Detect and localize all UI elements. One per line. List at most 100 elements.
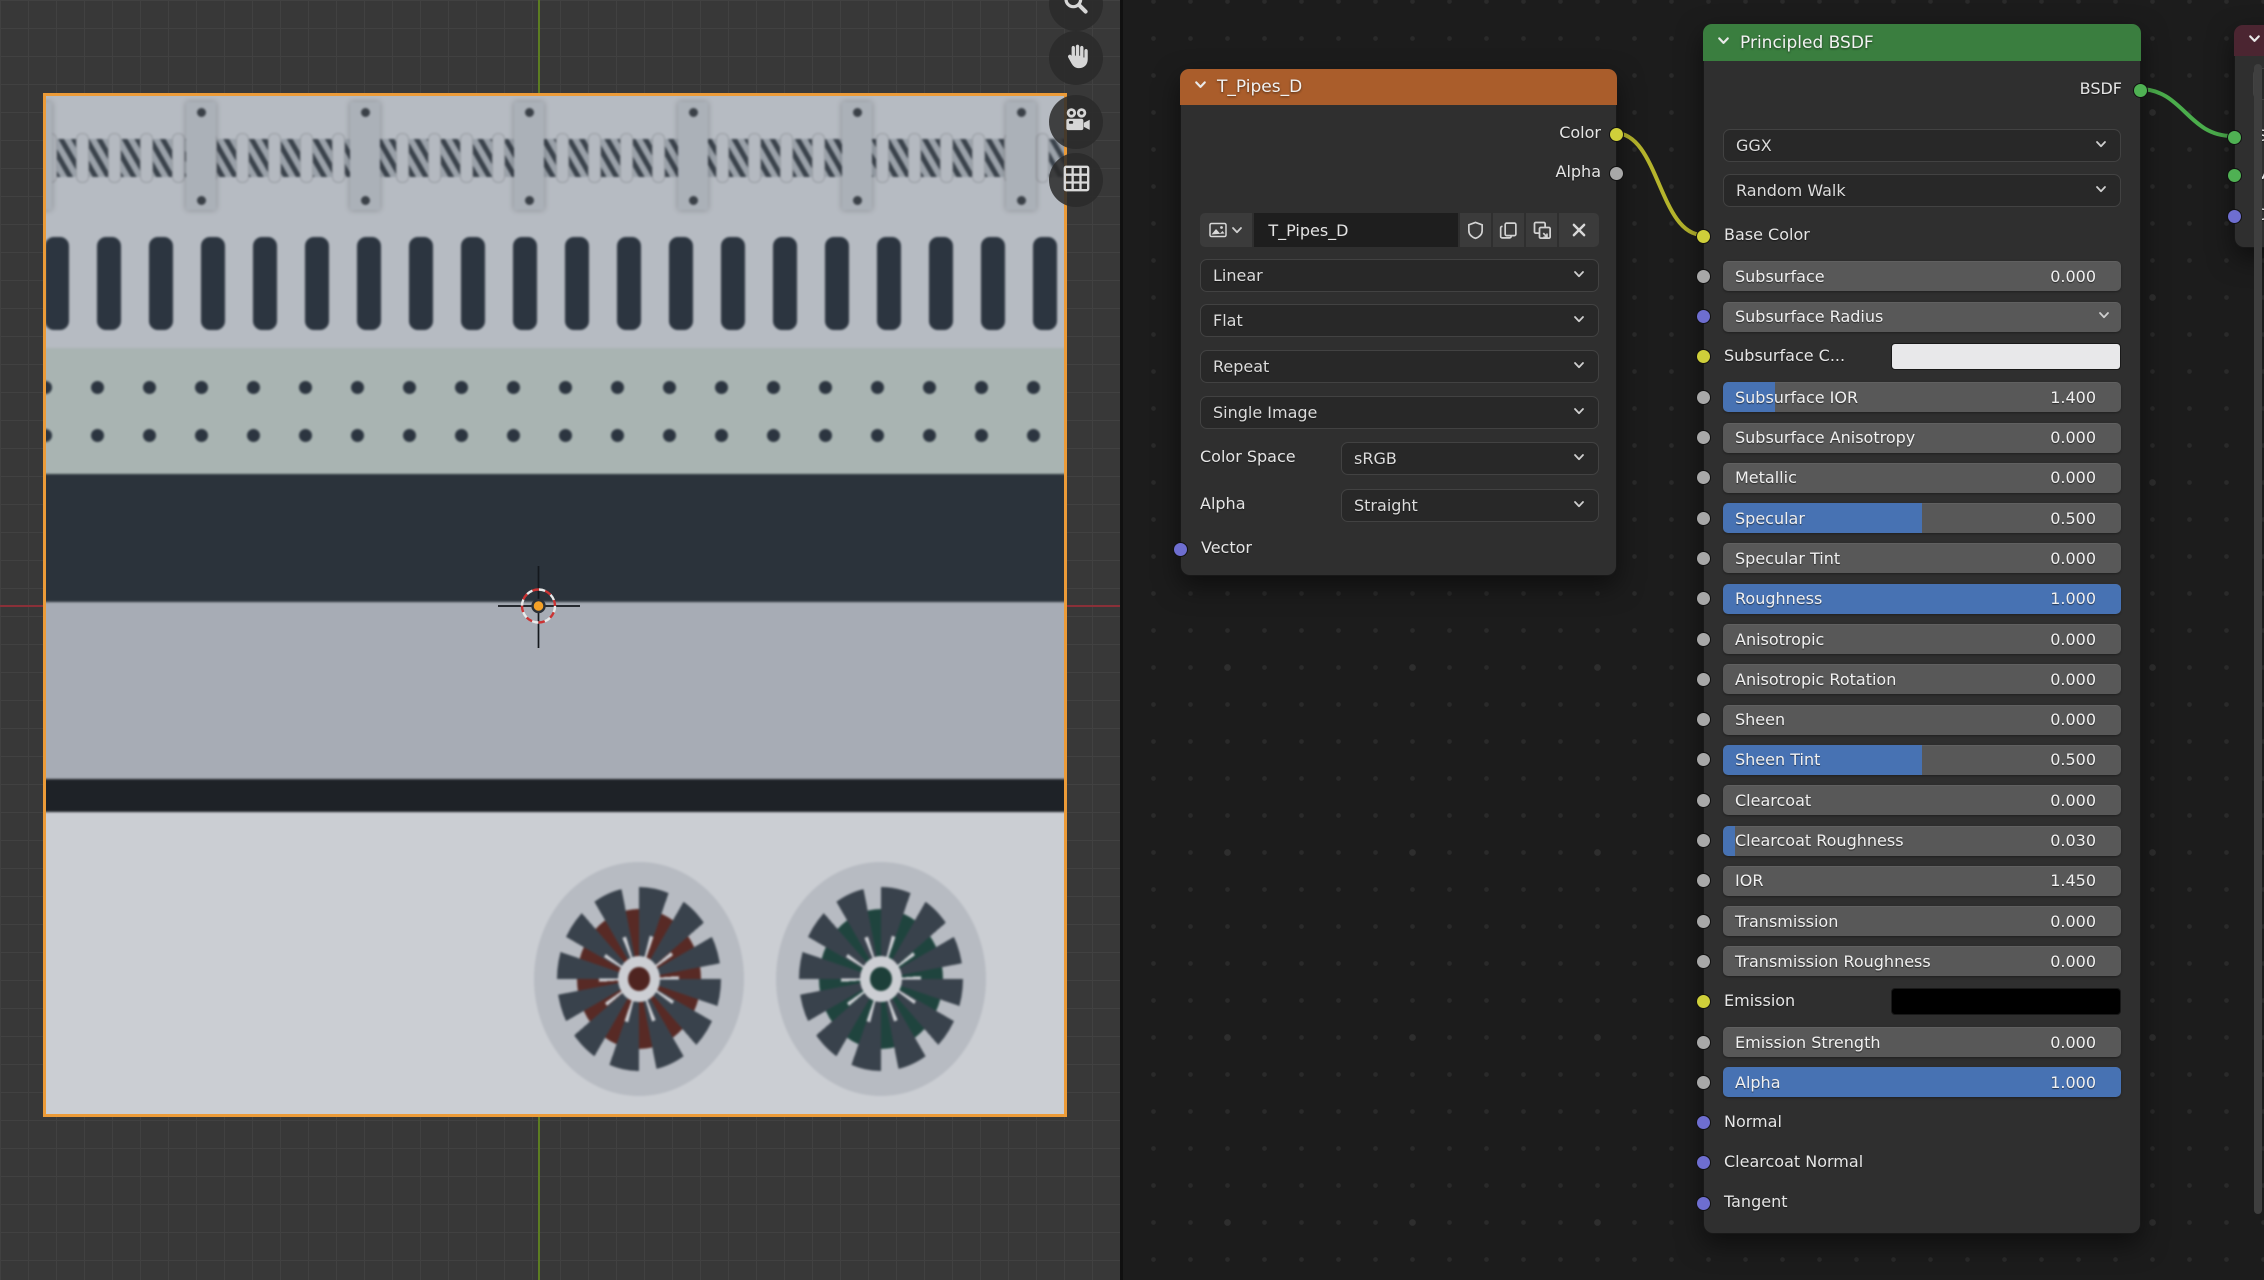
socket-roughness[interactable] xyxy=(1696,591,1711,606)
input-specular-tint-slider[interactable]: Specular Tint0.000 xyxy=(1723,543,2121,573)
input-alpha-slider[interactable]: Alpha1.000 xyxy=(1723,1067,2121,1097)
gizmo-pan-button[interactable] xyxy=(1049,31,1103,85)
input-sheen-slider[interactable]: Sheen0.000 xyxy=(1723,705,2121,735)
socket-specular[interactable] xyxy=(1696,511,1711,526)
socket-alpha[interactable] xyxy=(1696,1075,1711,1090)
input-roughness-slider[interactable]: Roughness1.000 xyxy=(1723,584,2121,614)
socket-v[interactable] xyxy=(2227,168,2242,183)
chevron-down-icon[interactable] xyxy=(1716,33,1731,53)
socket-subsurface[interactable] xyxy=(1696,269,1711,284)
node-editor-scrollbar[interactable] xyxy=(2254,64,2262,1214)
image-texture-node-header[interactable]: T_Pipes_D xyxy=(1180,69,1617,105)
rivet-dot xyxy=(767,381,780,394)
shader-node-editor-pane[interactable]: T_Pipes_D ColorAlphaT_Pipes_DLinearFlatR… xyxy=(1123,0,2264,1280)
color-swatch-emission[interactable] xyxy=(1891,988,2121,1015)
rivet-dot xyxy=(819,429,832,442)
image-browse-button[interactable] xyxy=(1200,213,1252,247)
input-subsurface-slider[interactable]: Subsurface0.000 xyxy=(1723,261,2121,291)
input-anisotropic-slider[interactable]: Anisotropic0.000 xyxy=(1723,624,2121,654)
principled-bsdf-node-header[interactable]: Principled BSDF xyxy=(1703,24,2141,61)
menu-ggx[interactable]: GGX xyxy=(1723,129,2121,162)
socket-subsurface-anisotropy[interactable] xyxy=(1696,430,1711,445)
socket-tangent[interactable] xyxy=(1696,1196,1711,1211)
socket-metallic[interactable] xyxy=(1696,470,1711,485)
input-emission-strength-slider[interactable]: Emission Strength0.000 xyxy=(1723,1027,2121,1057)
socket-subsurface-ior[interactable] xyxy=(1696,390,1711,405)
socket-clearcoat[interactable] xyxy=(1696,793,1711,808)
menu-alpha[interactable]: Straight xyxy=(1341,489,1599,522)
image-editor-pane[interactable] xyxy=(0,0,1120,1280)
socket-anisotropic-rotation[interactable] xyxy=(1696,672,1711,687)
menu-flat[interactable]: Flat xyxy=(1200,304,1599,337)
socket-color[interactable] xyxy=(1609,127,1624,142)
socket-emission[interactable] xyxy=(1696,994,1711,1009)
input-subsurface-anisotropy-slider[interactable]: Subsurface Anisotropy0.000 xyxy=(1723,423,2121,453)
menu-color-space[interactable]: sRGB xyxy=(1341,442,1599,475)
gizmo-zoom-button[interactable] xyxy=(1049,0,1103,31)
menu-repeat[interactable]: Repeat xyxy=(1200,350,1599,383)
image-fake-user-button[interactable] xyxy=(1460,213,1491,247)
socket-sheen-tint[interactable] xyxy=(1696,752,1711,767)
fan-turbine xyxy=(534,862,744,1096)
input-clearcoat-slider[interactable]: Clearcoat0.000 xyxy=(1723,785,2121,815)
input-subsurface-radius-dropdown[interactable]: Subsurface Radius xyxy=(1723,302,2121,332)
gizmo-grid-button[interactable] xyxy=(1049,153,1103,207)
menu-single-image[interactable]: Single Image xyxy=(1200,396,1599,429)
slider-label: Specular xyxy=(1735,509,1805,528)
rivet-dot xyxy=(663,429,676,442)
socket-anisotropic[interactable] xyxy=(1696,632,1711,647)
input-specular-slider[interactable]: Specular0.500 xyxy=(1723,503,2121,533)
chevron-down-icon[interactable] xyxy=(2247,31,2262,51)
rivet-dot xyxy=(455,429,468,442)
material-output-node-header[interactable] xyxy=(2234,25,2264,56)
socket-s[interactable] xyxy=(2227,130,2242,145)
socket-subsurface-c[interactable] xyxy=(1696,349,1711,364)
socket-subsurface-radius[interactable] xyxy=(1696,309,1711,324)
gizmo-camera-button[interactable] xyxy=(1049,95,1103,149)
color-swatch-subsurface-c[interactable] xyxy=(1891,343,2121,370)
socket-bsdf[interactable] xyxy=(2133,83,2148,98)
input-clearcoat-roughness-slider[interactable]: Clearcoat Roughness0.030 xyxy=(1723,826,2121,856)
axis-x-line-right xyxy=(1065,605,1120,607)
socket-alpha[interactable] xyxy=(1609,166,1624,181)
image-pack-button[interactable] xyxy=(1526,213,1557,247)
menu-linear[interactable]: Linear xyxy=(1200,259,1599,292)
rivet-dot xyxy=(923,429,936,442)
menu-random-walk[interactable]: Random Walk xyxy=(1723,174,2121,207)
input-ior-slider[interactable]: IOR1.450 xyxy=(1723,866,2121,896)
input-transmission-roughness-slider[interactable]: Transmission Roughness0.000 xyxy=(1723,946,2121,976)
socket-base-color[interactable] xyxy=(1696,229,1711,244)
socket-transmission-roughness[interactable] xyxy=(1696,954,1711,969)
socket-d[interactable] xyxy=(2227,209,2242,224)
socket-clearcoat-roughness[interactable] xyxy=(1696,833,1711,848)
image-copy-button[interactable] xyxy=(1493,213,1524,247)
image-unlink-button[interactable] xyxy=(1559,213,1599,247)
hose-fitting xyxy=(556,133,569,183)
axis-x-line-left xyxy=(0,605,45,607)
hose-fitting xyxy=(268,133,281,183)
chevron-down-icon xyxy=(1572,496,1586,515)
slider-label: Alpha xyxy=(1735,1073,1781,1092)
socket-transmission[interactable] xyxy=(1696,914,1711,929)
node-principled-bsdf[interactable]: Principled BSDF BSDFGGXRandom WalkBase C… xyxy=(1703,24,2141,1234)
node-image-texture[interactable]: T_Pipes_D ColorAlphaT_Pipes_DLinearFlatR… xyxy=(1180,69,1617,576)
menu-value: Repeat xyxy=(1213,357,1269,376)
hose-fitting xyxy=(300,133,313,183)
socket-vector[interactable] xyxy=(1173,542,1188,557)
input-sheen-tint-slider[interactable]: Sheen Tint0.500 xyxy=(1723,745,2121,775)
socket-clearcoat-normal[interactable] xyxy=(1696,1155,1711,1170)
texture-image-preview[interactable] xyxy=(43,93,1067,1117)
chevron-down-icon[interactable] xyxy=(1193,77,1208,97)
socket-sheen[interactable] xyxy=(1696,712,1711,727)
socket-ior[interactable] xyxy=(1696,873,1711,888)
image-name-field[interactable]: T_Pipes_D xyxy=(1254,213,1458,247)
socket-emission-strength[interactable] xyxy=(1696,1035,1711,1050)
socket-specular-tint[interactable] xyxy=(1696,551,1711,566)
slider-value: 0.000 xyxy=(2050,468,2096,487)
input-transmission-slider[interactable]: Transmission0.000 xyxy=(1723,906,2121,936)
socket-normal[interactable] xyxy=(1696,1115,1711,1130)
node-title: T_Pipes_D xyxy=(1217,77,1302,97)
input-subsurface-ior-slider[interactable]: Subsurface IOR1.400 xyxy=(1723,382,2121,412)
input-anisotropic-rotation-slider[interactable]: Anisotropic Rotation0.000 xyxy=(1723,664,2121,694)
input-metallic-slider[interactable]: Metallic0.000 xyxy=(1723,463,2121,493)
